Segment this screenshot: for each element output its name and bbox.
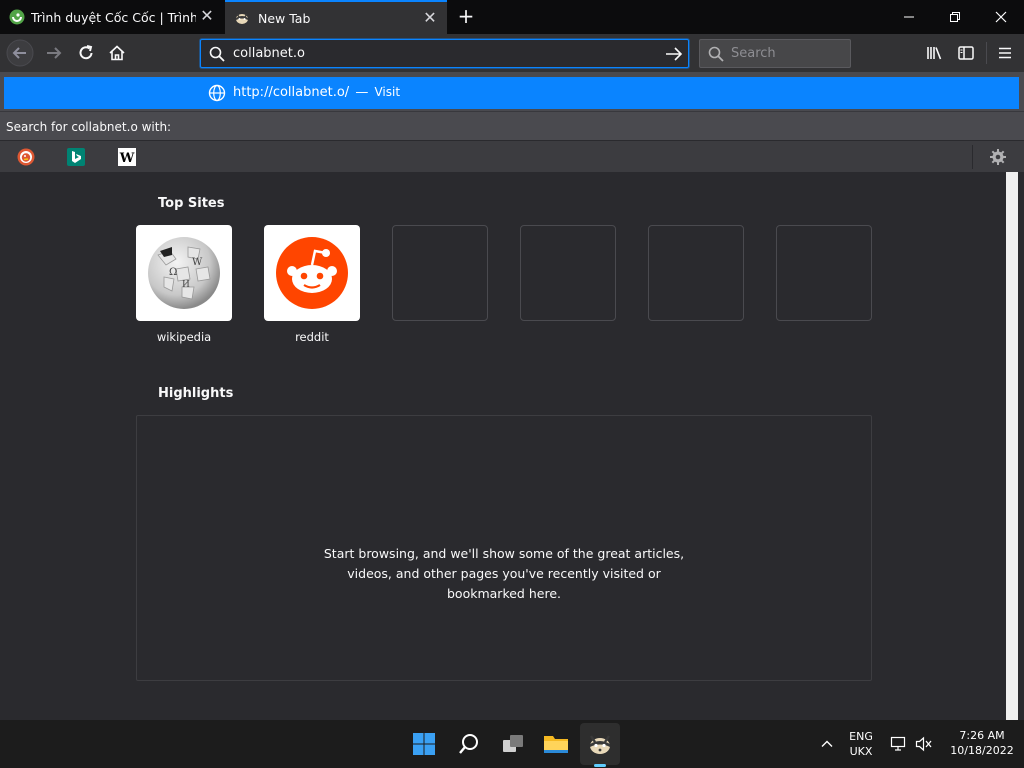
top-site-reddit[interactable] [264,225,360,321]
suggestion-url: http://collabnet.o/ [233,85,350,100]
home-icon [109,45,125,61]
new-tab-button[interactable]: + [455,6,477,28]
duckduckgo-icon[interactable] [17,148,35,166]
gear-icon[interactable] [989,148,1007,166]
svg-text:W: W [192,257,203,268]
windows-taskbar: ENG UKX 7:26 AM 10/18/2022 [0,720,1024,768]
forward-button[interactable] [40,39,68,67]
clock[interactable]: 7:26 AM 10/18/2022 [940,729,1024,757]
one-off-search-engines: W [0,140,1024,172]
keyboard-layout: UKX [849,745,873,758]
svg-text:Ω: Ω [169,267,177,278]
go-arrow-icon[interactable] [664,44,684,64]
top-site-empty-slot[interactable] [776,225,872,321]
search-icon [209,46,225,62]
dropdown-divider [0,111,1024,112]
sidebar-button[interactable] [952,39,980,67]
highlights-empty-message: Start browsing, and we'll show some of t… [323,546,685,601]
scrollbar[interactable] [1006,172,1018,720]
network-button[interactable] [885,730,913,758]
top-sites-heading: Top Sites [158,196,225,211]
network-icon [890,736,906,751]
task-view-button[interactable] [499,730,527,758]
close-tab-icon[interactable]: ✕ [200,8,214,24]
coccoc-icon [9,9,25,25]
raccoon-icon [236,13,248,24]
engines-divider [972,145,973,169]
reload-icon [79,45,93,60]
search-icon [459,734,478,754]
tab-strip: Trình duyệt Cốc Cốc | Trình duyệt web ✕ … [0,0,1024,34]
chevron-up-icon [821,740,833,747]
language-code: ENG [849,730,873,743]
search-icon [708,46,724,62]
home-button[interactable] [103,39,131,67]
bing-icon[interactable] [67,148,85,166]
task-view-icon [503,735,523,752]
highlights-heading: Highlights [158,386,234,401]
tray-overflow-button[interactable] [813,730,841,758]
restore-button[interactable] [932,0,978,34]
library-icon [927,47,942,60]
url-input[interactable]: collabnet.o [233,46,305,61]
url-suggestion-dropdown: http://collabnet.o/ — Visit Search for c… [0,72,1024,172]
tab-title: Trình duyệt Cốc Cốc | Trình duyệt web [31,9,196,25]
search-with-label: Search for collabnet.o with: [6,120,172,134]
forward-arrow-icon [47,47,62,59]
svg-text:И: И [182,280,190,290]
top-site-empty-slot[interactable] [648,225,744,321]
volume-button[interactable] [910,730,938,758]
minimize-button[interactable] [886,0,932,34]
language-indicator[interactable]: ENG UKX [844,730,878,758]
clock-time: 7:26 AM [959,729,1005,742]
reload-button[interactable] [72,39,100,67]
search-placeholder: Search [731,46,776,61]
reddit-icon [276,237,348,309]
taskbar-search-button[interactable] [455,730,483,758]
hamburger-menu-icon [999,47,1011,59]
url-bar[interactable]: collabnet.o [200,39,689,68]
top-site-empty-slot[interactable] [392,225,488,321]
close-icon [995,11,1007,23]
tab-title: New Tab [258,10,311,26]
visit-suggestion[interactable]: http://collabnet.o/ — Visit [4,77,1019,109]
windows-logo-icon [413,733,435,755]
svg-text:W: W [119,151,135,166]
taskbar-browser-button[interactable] [586,730,614,758]
close-window-button[interactable] [978,0,1024,34]
file-explorer-button[interactable] [542,730,570,758]
tab-new-tab[interactable]: New Tab ✕ [225,0,447,34]
toolbar-divider [986,42,987,64]
suggestion-dash: — [355,85,369,100]
menu-button[interactable] [991,39,1019,67]
top-site-label: wikipedia [156,330,212,344]
minimize-icon [904,16,914,18]
suggestion-action: Visit [374,85,401,99]
top-site-wikipedia[interactable]: Ω W И [136,225,232,321]
raccoon-icon [590,735,610,754]
top-site-label: reddit [295,330,329,344]
top-site-empty-slot[interactable] [520,225,616,321]
start-button[interactable] [410,730,438,758]
library-button[interactable] [920,39,948,67]
close-tab-icon[interactable]: ✕ [423,10,437,26]
search-box[interactable]: Search [699,39,851,68]
sidebar-icon [958,46,974,60]
taskbar-running-indicator [594,764,606,767]
visit-suggestion-text: http://collabnet.o/ — Visit [233,85,400,100]
clock-date: 10/18/2022 [950,744,1014,757]
folder-icon [544,736,568,753]
nav-toolbar: collabnet.o Search [0,34,1024,72]
back-button[interactable] [6,39,34,67]
restore-icon [950,12,960,22]
tab-coccoc[interactable]: Trình duyệt Cốc Cốc | Trình duyệt web ✕ [0,0,224,34]
wikipedia-globe-icon: Ω W И [148,237,220,309]
wikipedia-icon[interactable]: W [118,148,136,166]
back-arrow-icon [6,39,34,67]
globe-icon [208,84,226,102]
volume-muted-icon [915,736,932,752]
